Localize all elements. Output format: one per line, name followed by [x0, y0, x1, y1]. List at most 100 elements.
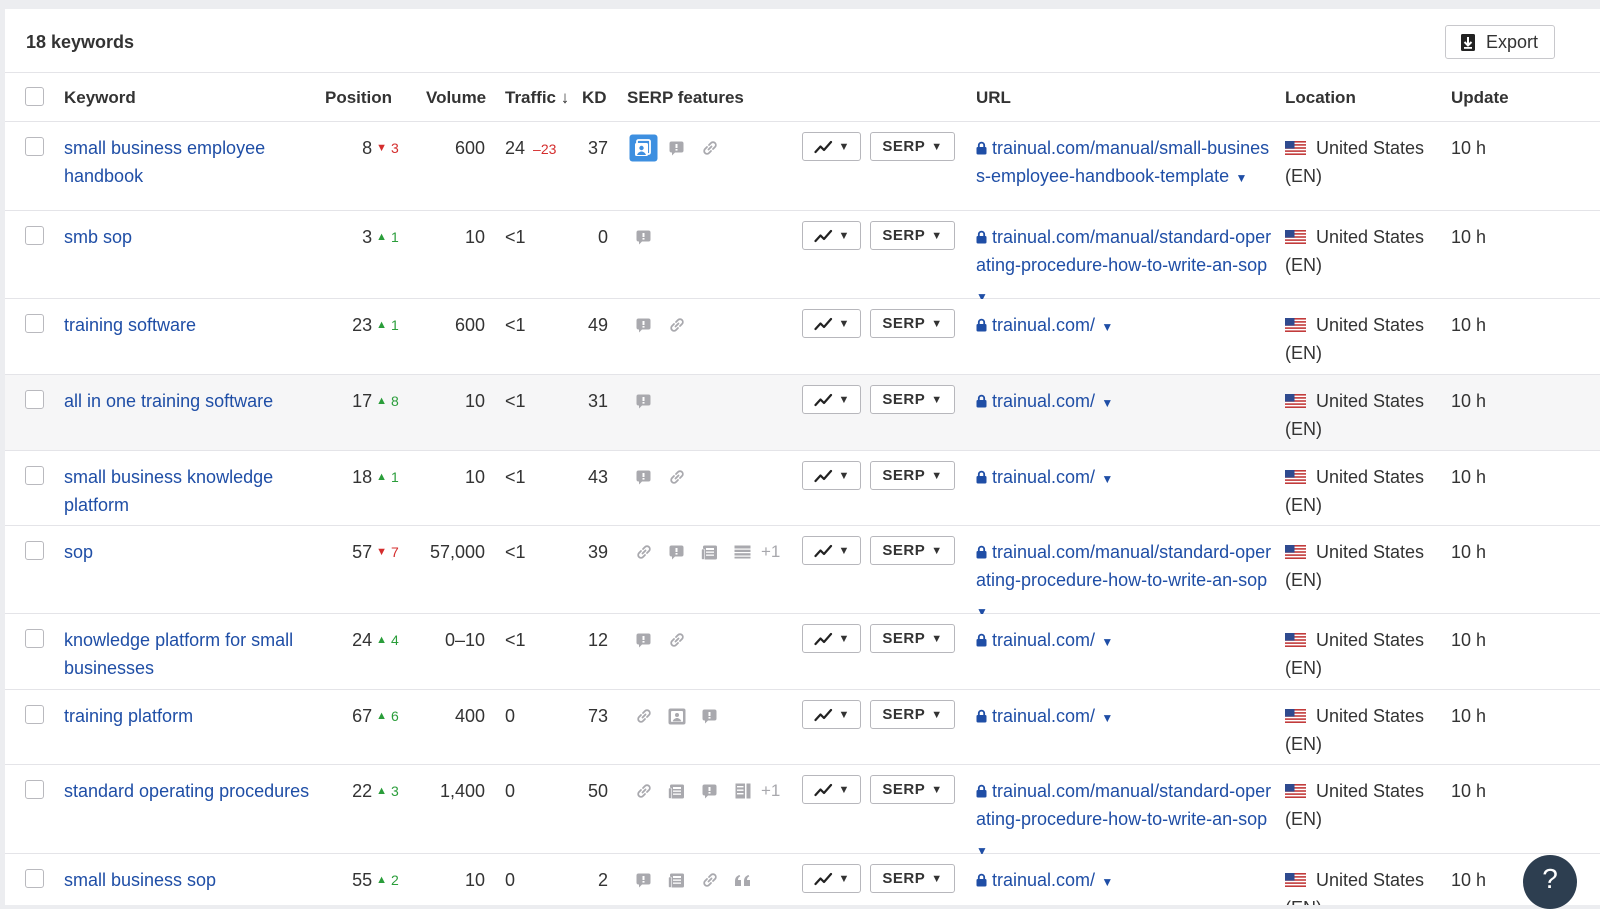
select-all-checkbox[interactable] — [25, 87, 44, 106]
row-checkbox[interactable] — [25, 314, 44, 333]
serp-feature-link-icon[interactable] — [660, 463, 693, 491]
serp-feature-link-icon[interactable] — [660, 626, 693, 654]
chevron-down-icon[interactable]: ▼ — [1232, 171, 1247, 185]
serp-feature-link-icon[interactable] — [660, 311, 693, 339]
serp-button[interactable]: SERP ▼ — [870, 221, 955, 250]
row-checkbox[interactable] — [25, 137, 44, 156]
serp-feature-link-icon[interactable] — [693, 134, 726, 162]
row-checkbox[interactable] — [25, 390, 44, 409]
serp-feature-snippet-icon[interactable] — [660, 538, 693, 566]
serp-feature-news-icon[interactable] — [693, 538, 726, 566]
serp-button[interactable]: SERP ▼ — [870, 775, 955, 804]
row-checkbox[interactable] — [25, 869, 44, 888]
url-link[interactable]: trainual.com/ ▼ — [976, 387, 1276, 417]
serp-feature-snippet-icon[interactable] — [693, 702, 726, 730]
serp-feature-snippet-icon[interactable] — [627, 387, 660, 415]
serp-feature-link-icon[interactable] — [627, 702, 660, 730]
trend-button[interactable]: ▼ — [802, 309, 861, 338]
serp-button[interactable]: SERP ▼ — [870, 700, 955, 729]
trend-button[interactable]: ▼ — [802, 775, 861, 804]
serp-button[interactable]: SERP ▼ — [870, 624, 955, 653]
serp-feature-news-icon[interactable] — [660, 777, 693, 805]
url-text[interactable]: trainual.com/manual/standard-operating-p… — [976, 227, 1271, 275]
url-text[interactable]: trainual.com/ — [992, 467, 1095, 487]
trend-button[interactable]: ▼ — [802, 221, 861, 250]
serp-button[interactable]: SERP ▼ — [870, 309, 955, 338]
row-checkbox[interactable] — [25, 629, 44, 648]
more-features[interactable]: +1 — [761, 777, 780, 805]
serp-feature-snippet-icon[interactable] — [627, 626, 660, 654]
col-volume[interactable]: Volume — [426, 88, 486, 108]
serp-feature-table-icon[interactable] — [726, 538, 759, 566]
url-text[interactable]: trainual.com/ — [992, 870, 1095, 890]
chevron-down-icon[interactable]: ▼ — [1098, 875, 1113, 889]
trend-button[interactable]: ▼ — [802, 700, 861, 729]
keyword-link[interactable]: all in one training software — [64, 387, 314, 415]
chevron-down-icon[interactable]: ▼ — [1098, 320, 1113, 334]
url-link[interactable]: trainual.com/ ▼ — [976, 463, 1276, 493]
keyword-link[interactable]: training software — [64, 311, 314, 339]
url-text[interactable]: trainual.com/ — [992, 706, 1095, 726]
chevron-down-icon[interactable]: ▼ — [1098, 711, 1113, 725]
url-text[interactable]: trainual.com/manual/standard-operating-p… — [976, 781, 1271, 829]
keyword-link[interactable]: small business sop — [64, 866, 314, 894]
col-update[interactable]: Update — [1451, 88, 1509, 108]
serp-button[interactable]: SERP ▼ — [870, 132, 955, 161]
keyword-link[interactable]: small business knowledge platform — [64, 463, 314, 519]
serp-feature-snippet-icon[interactable] — [627, 311, 660, 339]
serp-button[interactable]: SERP ▼ — [870, 536, 955, 565]
serp-feature-sitelinks-icon[interactable] — [726, 777, 759, 805]
trend-button[interactable]: ▼ — [802, 461, 861, 490]
url-text[interactable]: trainual.com/manual/standard-operating-p… — [976, 542, 1271, 590]
serp-button[interactable]: SERP ▼ — [870, 385, 955, 414]
row-checkbox[interactable] — [25, 541, 44, 560]
url-link[interactable]: trainual.com/manual/small-business-emplo… — [976, 134, 1276, 192]
url-text[interactable]: trainual.com/ — [992, 630, 1095, 650]
export-button[interactable]: Export — [1445, 25, 1555, 59]
url-text[interactable]: trainual.com/ — [992, 315, 1095, 335]
trend-button[interactable]: ▼ — [802, 132, 861, 161]
col-position[interactable]: Position — [325, 88, 392, 108]
serp-feature-snippet-icon[interactable] — [627, 223, 660, 251]
serp-feature-link-icon[interactable] — [627, 538, 660, 566]
trend-button[interactable]: ▼ — [802, 624, 861, 653]
serp-feature-snippet-icon[interactable] — [627, 463, 660, 491]
keyword-link[interactable]: sop — [64, 538, 314, 566]
serp-feature-link-icon[interactable] — [693, 866, 726, 894]
chevron-down-icon[interactable]: ▼ — [1098, 396, 1113, 410]
keyword-link[interactable]: standard operating procedures — [64, 777, 314, 805]
serp-feature-snippet-icon[interactable] — [627, 866, 660, 894]
help-button[interactable]: ? — [1523, 855, 1577, 909]
url-link[interactable]: trainual.com/ ▼ — [976, 702, 1276, 732]
url-link[interactable]: trainual.com/manual/standard-operating-p… — [976, 538, 1276, 626]
serp-feature-snippet-icon[interactable] — [660, 134, 693, 162]
serp-button[interactable]: SERP ▼ — [870, 864, 955, 893]
url-link[interactable]: trainual.com/manual/standard-operating-p… — [976, 777, 1276, 865]
chevron-down-icon[interactable]: ▼ — [1098, 635, 1113, 649]
row-checkbox[interactable] — [25, 466, 44, 485]
row-checkbox[interactable] — [25, 780, 44, 799]
serp-feature-image-icon[interactable] — [660, 702, 693, 730]
keyword-link[interactable]: smb sop — [64, 223, 314, 251]
col-traffic[interactable]: Traffic ↓ — [505, 88, 569, 108]
url-link[interactable]: trainual.com/manual/standard-operating-p… — [976, 223, 1276, 311]
serp-feature-image-pack-active-icon[interactable] — [627, 134, 660, 162]
url-link[interactable]: trainual.com/ ▼ — [976, 626, 1276, 656]
serp-feature-quote-icon[interactable] — [726, 866, 759, 894]
keyword-link[interactable]: training platform — [64, 702, 314, 730]
serp-feature-snippet-icon[interactable] — [693, 777, 726, 805]
keyword-link[interactable]: small business employee handbook — [64, 134, 314, 190]
row-checkbox[interactable] — [25, 705, 44, 724]
chevron-down-icon[interactable]: ▼ — [1098, 472, 1113, 486]
more-features[interactable]: +1 — [761, 538, 780, 566]
url-text[interactable]: trainual.com/ — [992, 391, 1095, 411]
trend-button[interactable]: ▼ — [802, 864, 861, 893]
serp-feature-news-icon[interactable] — [660, 866, 693, 894]
serp-feature-link-icon[interactable] — [627, 777, 660, 805]
keyword-link[interactable]: knowledge platform for small businesses — [64, 626, 314, 682]
col-kd[interactable]: KD — [582, 88, 607, 108]
url-text[interactable]: trainual.com/manual/small-business-emplo… — [976, 138, 1269, 186]
serp-button[interactable]: SERP ▼ — [870, 461, 955, 490]
col-keyword[interactable]: Keyword — [64, 88, 136, 108]
trend-button[interactable]: ▼ — [802, 536, 861, 565]
